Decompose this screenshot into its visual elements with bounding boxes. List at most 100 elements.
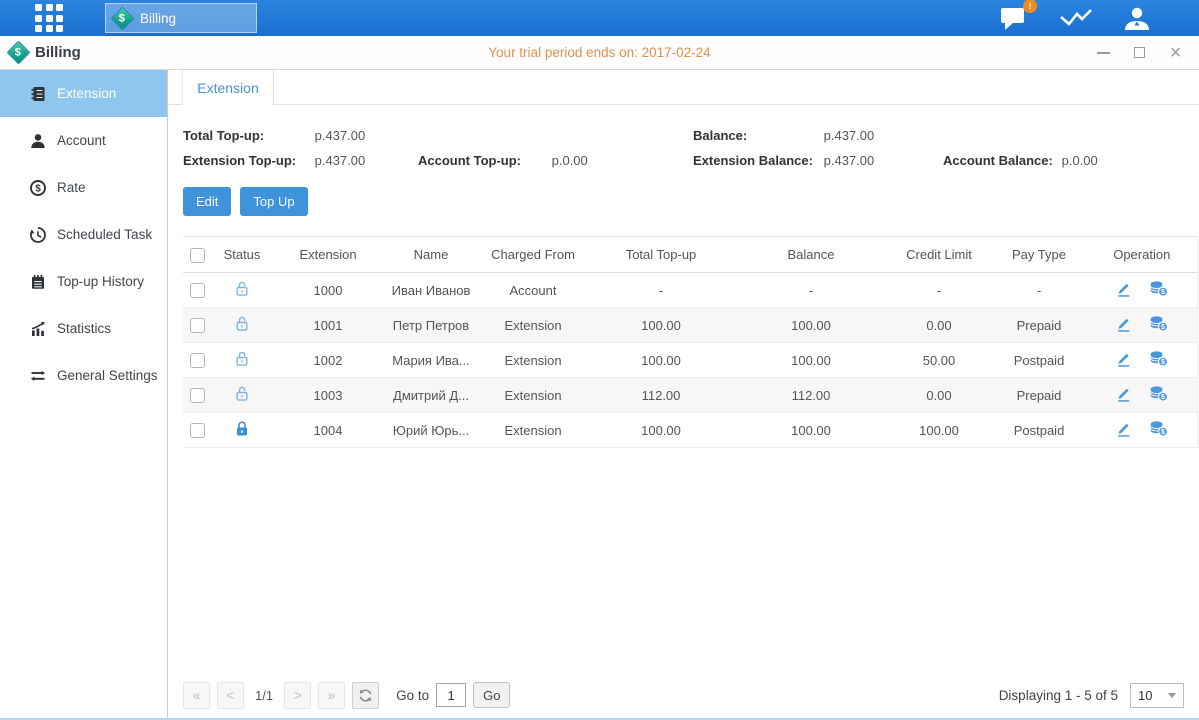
edit-row-icon[interactable] — [1115, 385, 1132, 402]
balance-summary: Total Top-up: p.437.00 Balance: p.437.00… — [183, 128, 1184, 168]
notification-badge: ! — [1023, 0, 1037, 13]
edit-row-icon[interactable] — [1115, 350, 1132, 367]
extension-cell: 1001 — [273, 308, 383, 343]
page-indicator: 1/1 — [255, 688, 273, 703]
edit-row-icon[interactable] — [1115, 315, 1132, 332]
sidebar-item-label: General Settings — [57, 368, 158, 383]
edit-row-icon[interactable] — [1115, 280, 1132, 297]
extensions-table: Status Extension Name Charged From Total… — [183, 236, 1198, 448]
user-account-icon[interactable] — [1123, 6, 1151, 31]
pagination-bar: « < 1/1 > » Go to Go — [168, 672, 1199, 718]
balance-cell: 100.00 — [735, 413, 887, 448]
row-checkbox[interactable] — [190, 283, 205, 298]
sidebar: Extension Account $ Rate — [0, 70, 168, 718]
next-page-button[interactable]: > — [284, 682, 311, 709]
sidebar-item-account[interactable]: Account — [0, 117, 167, 164]
chevron-down-icon — [1168, 693, 1176, 698]
top-up-row-icon[interactable]: $ — [1149, 385, 1168, 402]
extension-cell: 1002 — [273, 343, 383, 378]
table-row: 1000Иван ИвановAccount----$ — [183, 273, 1197, 308]
last-page-button[interactable]: » — [318, 682, 345, 709]
name-cell: Юрий Юрь... — [383, 413, 479, 448]
pay-type-cell: Prepaid — [991, 378, 1087, 413]
name-cell: Иван Иванов — [383, 273, 479, 308]
sidebar-item-general-settings[interactable]: General Settings — [0, 352, 167, 399]
summary-balance: Balance: p.437.00 — [693, 128, 943, 143]
column-total-topup: Total Top-up — [587, 237, 735, 273]
sidebar-item-rate[interactable]: $ Rate — [0, 164, 167, 211]
row-checkbox[interactable] — [190, 388, 205, 403]
window-title: $ Billing — [10, 44, 81, 61]
maximize-button[interactable] — [1132, 45, 1147, 60]
table-header-row: Status Extension Name Charged From Total… — [183, 237, 1197, 273]
edit-row-icon[interactable] — [1115, 420, 1132, 437]
minimize-button[interactable] — [1096, 45, 1111, 60]
svg-text:$: $ — [1161, 394, 1165, 401]
lock-status-icon — [234, 355, 250, 370]
sidebar-item-scheduled-task[interactable]: Scheduled Task — [0, 211, 167, 258]
balance-cell: 100.00 — [735, 308, 887, 343]
balance-cell: - — [735, 273, 887, 308]
top-up-row-icon[interactable]: $ — [1149, 420, 1168, 437]
total-topup-cell: 100.00 — [587, 308, 735, 343]
sidebar-item-statistics[interactable]: Statistics — [0, 305, 167, 352]
taskbar-tab-billing[interactable]: $ Billing — [105, 3, 257, 33]
extension-cell: 1003 — [273, 378, 383, 413]
select-all-checkbox[interactable] — [190, 248, 205, 263]
pay-type-cell: Prepaid — [991, 308, 1087, 343]
sidebar-item-label: Extension — [57, 86, 116, 101]
go-button[interactable]: Go — [473, 682, 510, 708]
top-up-button[interactable]: Top Up — [240, 187, 307, 216]
taskbar-tab-label: Billing — [140, 11, 176, 26]
credit-limit-cell: 0.00 — [887, 378, 991, 413]
sidebar-item-label: Rate — [57, 180, 86, 195]
pay-type-cell: Postpaid — [991, 413, 1087, 448]
top-up-row-icon[interactable]: $ — [1149, 280, 1168, 297]
first-page-button[interactable]: « — [183, 682, 210, 709]
extension-cell: 1000 — [273, 273, 383, 308]
balance-cell: 100.00 — [735, 343, 887, 378]
tab-extension[interactable]: Extension — [182, 70, 274, 105]
svg-text:$: $ — [1161, 324, 1165, 331]
reports-chart-icon[interactable] — [1059, 7, 1093, 29]
goto-label: Go to — [396, 688, 429, 703]
charged-from-cell: Account — [479, 273, 587, 308]
refresh-icon — [358, 688, 373, 703]
table-row: 1002Мария Ива...Extension100.00100.0050.… — [183, 343, 1197, 378]
extension-icon — [29, 85, 47, 103]
column-status: Status — [211, 237, 273, 273]
prev-page-button[interactable]: < — [217, 682, 244, 709]
close-button[interactable]: × — [1168, 45, 1183, 60]
refresh-button[interactable] — [352, 682, 379, 709]
apps-grid-icon[interactable] — [35, 4, 63, 32]
billing-app-icon: $ — [110, 6, 134, 30]
summary-total-topup: Total Top-up: p.437.00 — [183, 128, 418, 143]
top-up-row-icon[interactable]: $ — [1149, 350, 1168, 367]
row-checkbox[interactable] — [190, 423, 205, 438]
sidebar-item-topup-history[interactable]: Top-up History — [0, 258, 167, 305]
displaying-label: Displaying 1 - 5 of 5 — [999, 688, 1118, 703]
edit-button[interactable]: Edit — [183, 187, 231, 216]
lock-status-icon — [234, 425, 250, 440]
top-up-row-icon[interactable]: $ — [1149, 315, 1168, 332]
scheduled-task-icon — [29, 226, 47, 244]
charged-from-cell: Extension — [479, 378, 587, 413]
taskbar-icons: ! — [1000, 5, 1151, 31]
page-size-select[interactable]: 10 — [1130, 683, 1184, 708]
sidebar-item-label: Statistics — [57, 321, 111, 336]
extension-cell: 1004 — [273, 413, 383, 448]
column-extension: Extension — [273, 237, 383, 273]
notifications-chat-icon[interactable]: ! — [1000, 5, 1029, 31]
goto-page-input[interactable] — [436, 683, 466, 707]
column-name: Name — [383, 237, 479, 273]
column-operation: Operation — [1087, 237, 1197, 273]
summary-extension-balance: Extension Balance: p.437.00 — [693, 153, 943, 168]
svg-text:$: $ — [1161, 429, 1165, 436]
total-topup-cell: - — [587, 273, 735, 308]
row-checkbox[interactable] — [190, 318, 205, 333]
row-checkbox[interactable] — [190, 353, 205, 368]
account-icon — [29, 132, 47, 150]
trial-notice: Your trial period ends on: 2017-02-24 — [0, 45, 1199, 60]
pay-type-cell: Postpaid — [991, 343, 1087, 378]
sidebar-item-extension[interactable]: Extension — [0, 70, 167, 117]
